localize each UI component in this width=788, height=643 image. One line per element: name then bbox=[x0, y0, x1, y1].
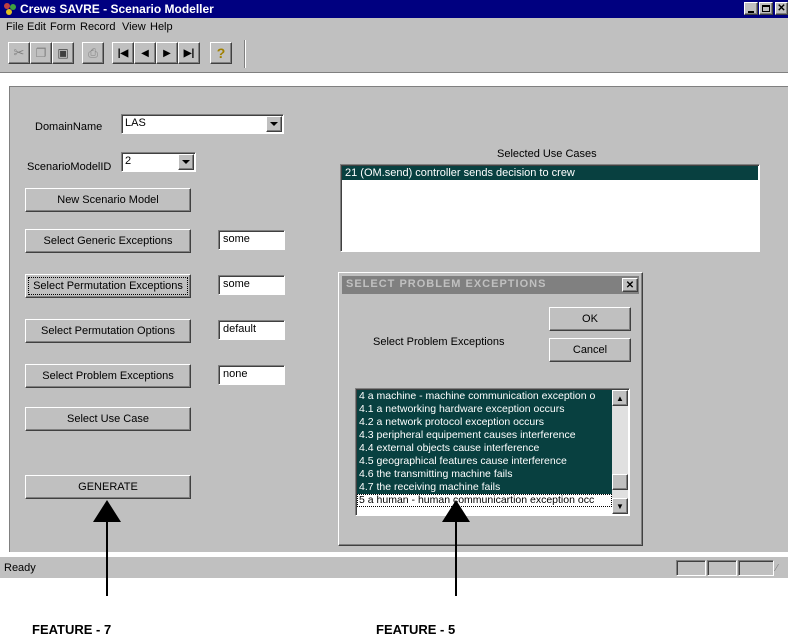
annotation-arrows bbox=[93, 500, 470, 596]
arrow-right-head bbox=[442, 500, 470, 522]
arrow-left-head bbox=[93, 500, 121, 522]
feature-5-label: FEATURE - 5 bbox=[376, 622, 456, 637]
feature-7-label: FEATURE - 7 bbox=[32, 622, 112, 637]
